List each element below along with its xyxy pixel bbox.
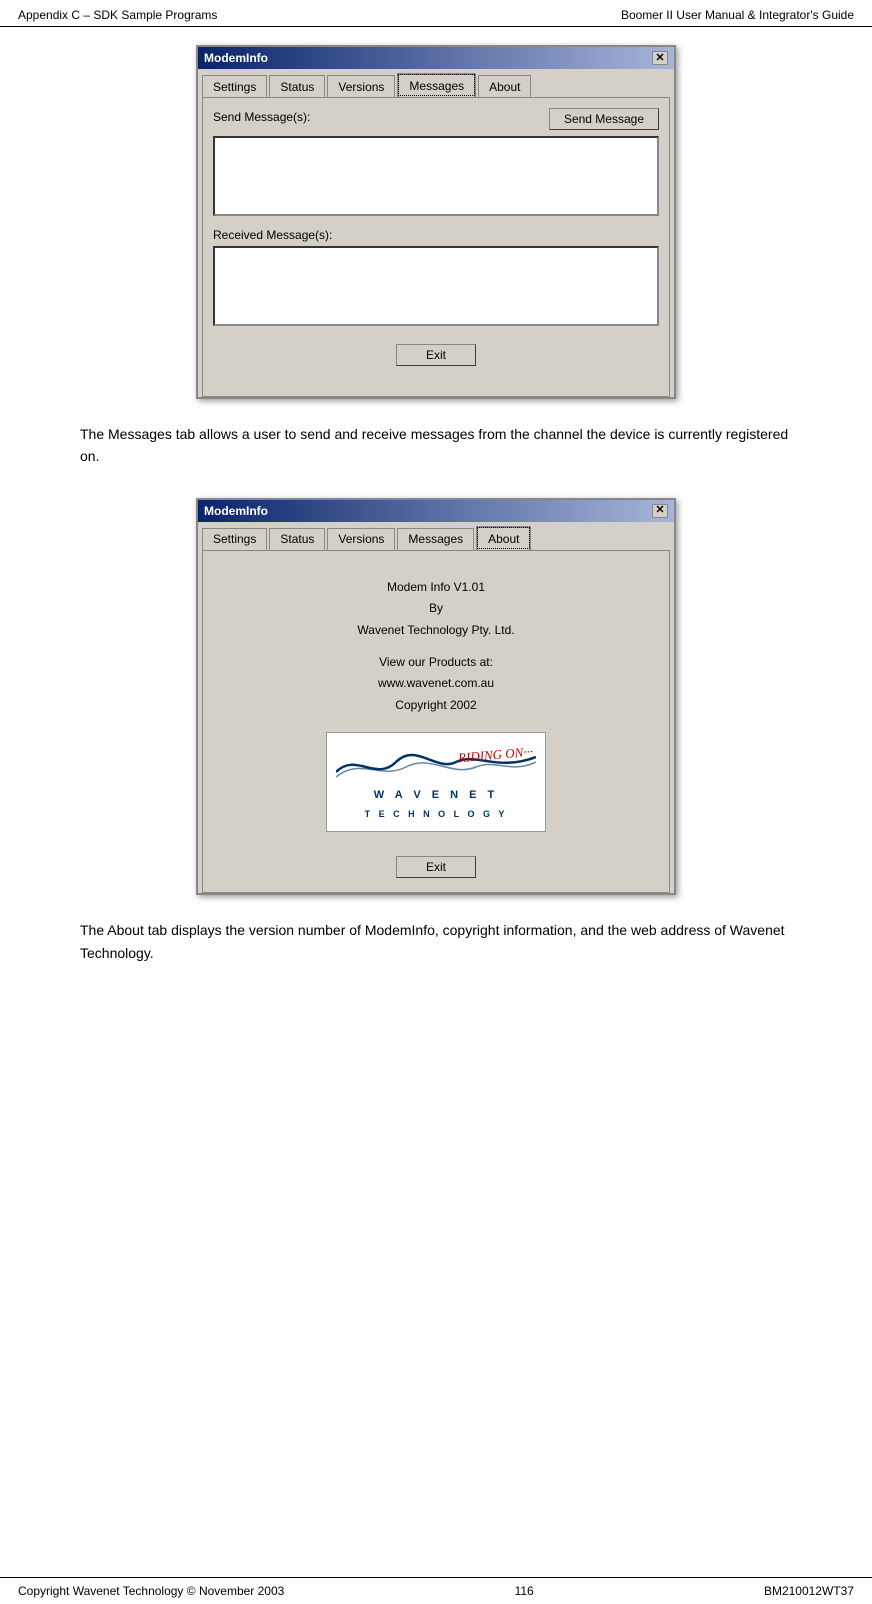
about-tab-bar: Settings Status Versions Messages About [198,522,674,550]
about-exit-button[interactable]: Exit [396,856,476,878]
messages-close-button[interactable]: ✕ [652,51,668,65]
wavenet-logo: RIDING ON··· W A V E N E T T E C H N O L… [326,732,546,832]
tab-settings-1[interactable]: Settings [202,75,267,97]
messages-exit-row: Exit [213,338,659,370]
about-line-1: By [223,598,649,620]
about-line-4: View our Products at: [223,652,649,674]
tab-messages-1[interactable]: Messages [397,73,476,97]
tab-messages-2[interactable]: Messages [397,528,474,550]
header-right: Boomer II User Manual & Integrator's Gui… [621,8,854,22]
messages-description: The Messages tab allows a user to send a… [80,423,792,468]
about-spacer-1 [223,642,649,652]
tab-about-2[interactable]: About [476,526,531,550]
about-dialog-titlebar: ModemInfo ✕ [198,500,674,522]
main-content: ModemInfo ✕ Settings Status Versions Mes… [0,27,872,1034]
received-message-textarea[interactable] [213,246,659,326]
messages-dialog-wrapper: ModemInfo ✕ Settings Status Versions Mes… [80,45,792,399]
about-dialog-wrapper: ModemInfo ✕ Settings Status Versions Mes… [80,498,792,896]
messages-dialog-title: ModemInfo [204,51,268,65]
footer-center: 116 [515,1584,534,1598]
header-left: Appendix C – SDK Sample Programs [18,8,217,22]
about-line-0: Modem Info V1.01 [223,577,649,599]
wavenet-subtext: T E C H N O L O G Y [365,806,508,822]
about-close-button[interactable]: ✕ [652,504,668,518]
about-tab-content: Modem Info V1.01 By Wavenet Technology P… [202,550,670,894]
messages-exit-button[interactable]: Exit [396,344,476,366]
about-line-6: Copyright 2002 [223,695,649,717]
about-content-area: Modem Info V1.01 By Wavenet Technology P… [213,561,659,851]
messages-tab-bar: Settings Status Versions Messages About [198,69,674,97]
messages-dialog: ModemInfo ✕ Settings Status Versions Mes… [196,45,676,399]
about-dialog-title: ModemInfo [204,504,268,518]
about-line-2: Wavenet Technology Pty. Ltd. [223,620,649,642]
page-footer: Copyright Wavenet Technology © November … [0,1577,872,1604]
tab-status-2[interactable]: Status [269,528,325,550]
about-dialog: ModemInfo ✕ Settings Status Versions Mes… [196,498,676,896]
send-row: Send Message(s): Send Message [213,108,659,130]
messages-tab-content: Send Message(s): Send Message Received M… [202,97,670,397]
about-line-5: www.wavenet.com.au [223,673,649,695]
about-exit-row: Exit [213,850,659,882]
tab-status-1[interactable]: Status [269,75,325,97]
tab-settings-2[interactable]: Settings [202,528,267,550]
send-message-textarea[interactable] [213,136,659,216]
footer-right: BM210012WT37 [764,1584,854,1598]
tab-about-1[interactable]: About [478,75,531,97]
tab-versions-2[interactable]: Versions [327,528,395,550]
send-message-button[interactable]: Send Message [549,108,659,130]
wavenet-text: W A V E N E T [374,786,499,806]
messages-dialog-titlebar: ModemInfo ✕ [198,47,674,69]
received-label: Received Message(s): [213,228,659,242]
page-header: Appendix C – SDK Sample Programs Boomer … [0,0,872,27]
about-description: The About tab displays the version numbe… [80,919,792,964]
send-label: Send Message(s): [213,110,310,124]
tab-versions-1[interactable]: Versions [327,75,395,97]
footer-left: Copyright Wavenet Technology © November … [18,1584,284,1598]
